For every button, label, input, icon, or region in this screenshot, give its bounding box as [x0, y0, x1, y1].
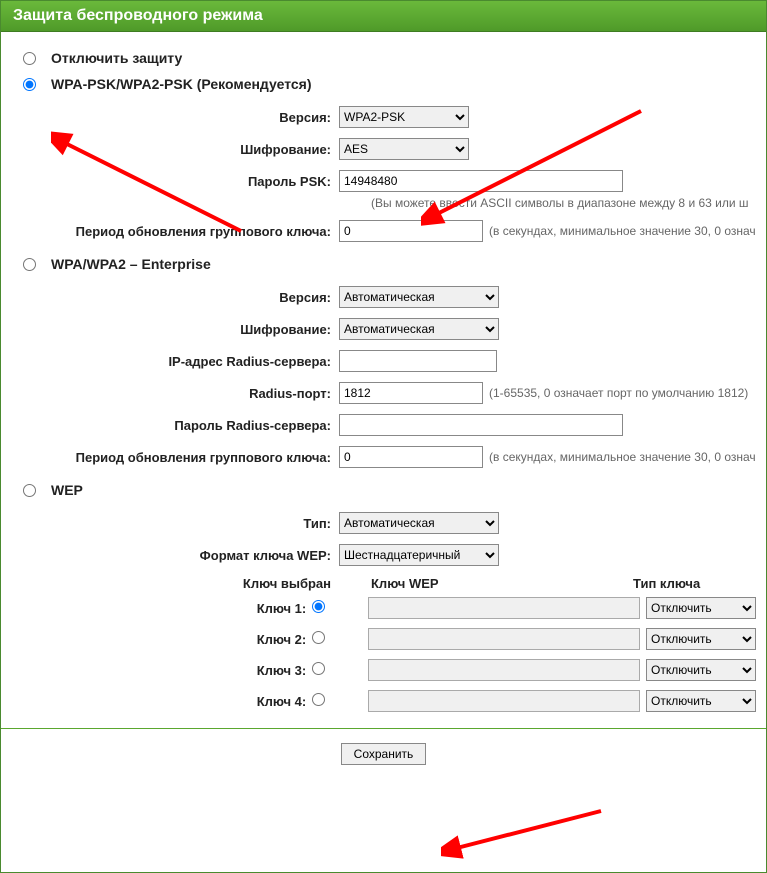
wpa-psk-label: WPA-PSK/WPA2-PSK (Рекомендуется) — [51, 76, 311, 92]
save-button[interactable]: Сохранить — [341, 743, 427, 765]
wep-key-select-radio[interactable] — [312, 662, 325, 675]
wpa-psk-gkupdate-label: Период обновления группового ключа: — [11, 224, 339, 239]
radius-port-input[interactable] — [339, 382, 483, 404]
wep-col-type: Тип ключа — [623, 576, 756, 591]
wpa-ent-gkupdate-label: Период обновления группового ключа: — [11, 450, 339, 465]
radio-wpa-psk[interactable] — [23, 78, 36, 91]
wep-col-key: Ключ WEP — [339, 576, 623, 591]
wep-key-value-input[interactable] — [368, 628, 640, 650]
disable-security-label: Отключить защиту — [51, 50, 182, 66]
wep-key-row: Ключ 2: Отключить — [11, 624, 756, 654]
radio-wpa-enterprise[interactable] — [23, 258, 36, 271]
wep-label: WEP — [51, 482, 83, 498]
wep-key-name: Ключ 2: — [11, 632, 306, 647]
wep-key-name: Ключ 1: — [11, 601, 306, 616]
wpa-enterprise-label: WPA/WPA2 – Enterprise — [51, 256, 211, 272]
wep-type-select[interactable]: Автоматическая — [339, 512, 499, 534]
wep-col-selected: Ключ выбран — [11, 576, 339, 591]
wep-type-label: Тип: — [11, 516, 339, 531]
wep-format-label: Формат ключа WEP: — [11, 548, 339, 563]
radio-disable-security[interactable] — [23, 52, 36, 65]
wep-key-type-select[interactable]: Отключить — [646, 597, 756, 619]
wpa-ent-gkupdate-hint: (в секундах, минимальное значение 30, 0 … — [489, 450, 756, 464]
page-title: Защита беспроводного режима — [1, 1, 766, 32]
wpa-psk-encrypt-label: Шифрование: — [11, 142, 339, 157]
wpa-psk-password-hint: (Вы можете ввести ASCII символы в диапаз… — [371, 196, 756, 210]
wep-key-row: Ключ 4: Отключить — [11, 686, 756, 716]
wpa-psk-password-label: Пароль PSK: — [11, 174, 339, 189]
wpa-psk-version-select[interactable]: WPA2-PSK — [339, 106, 469, 128]
wep-key-name: Ключ 3: — [11, 663, 306, 678]
wep-format-select[interactable]: Шестнадцатеричный — [339, 544, 499, 566]
wep-key-value-input[interactable] — [368, 659, 640, 681]
wep-key-select-radio[interactable] — [312, 600, 325, 613]
wpa-psk-gkupdate-hint: (в секундах, минимальное значение 30, 0 … — [489, 224, 756, 238]
wpa-ent-encrypt-label: Шифрование: — [11, 322, 339, 337]
radius-ip-input[interactable] — [339, 350, 497, 372]
wpa-psk-version-label: Версия: — [11, 110, 339, 125]
wpa-psk-password-input[interactable] — [339, 170, 623, 192]
wep-key-value-input[interactable] — [368, 690, 640, 712]
wep-key-type-select[interactable]: Отключить — [646, 659, 756, 681]
wpa-ent-version-label: Версия: — [11, 290, 339, 305]
wep-key-select-radio[interactable] — [312, 631, 325, 644]
wep-key-value-input[interactable] — [368, 597, 640, 619]
radius-port-hint: (1-65535, 0 означает порт по умолчанию 1… — [489, 386, 748, 400]
wpa-ent-version-select[interactable]: Автоматическая — [339, 286, 499, 308]
wep-key-type-select[interactable]: Отключить — [646, 628, 756, 650]
wep-key-type-select[interactable]: Отключить — [646, 690, 756, 712]
radius-port-label: Radius-порт: — [11, 386, 339, 401]
radius-password-input[interactable] — [339, 414, 623, 436]
wep-key-row: Ключ 1: Отключить — [11, 593, 756, 623]
wpa-ent-gkupdate-input[interactable] — [339, 446, 483, 468]
radio-wep[interactable] — [23, 484, 36, 497]
wep-key-name: Ключ 4: — [11, 694, 306, 709]
annotation-arrow-icon — [441, 801, 611, 861]
wpa-psk-gkupdate-input[interactable] — [339, 220, 483, 242]
radius-password-label: Пароль Radius-сервера: — [11, 418, 339, 433]
wpa-psk-encrypt-select[interactable]: AES — [339, 138, 469, 160]
wep-key-select-radio[interactable] — [312, 693, 325, 706]
radius-ip-label: IP-адрес Radius-сервера: — [11, 354, 339, 369]
wpa-ent-encrypt-select[interactable]: Автоматическая — [339, 318, 499, 340]
wep-key-row: Ключ 3: Отключить — [11, 655, 756, 685]
